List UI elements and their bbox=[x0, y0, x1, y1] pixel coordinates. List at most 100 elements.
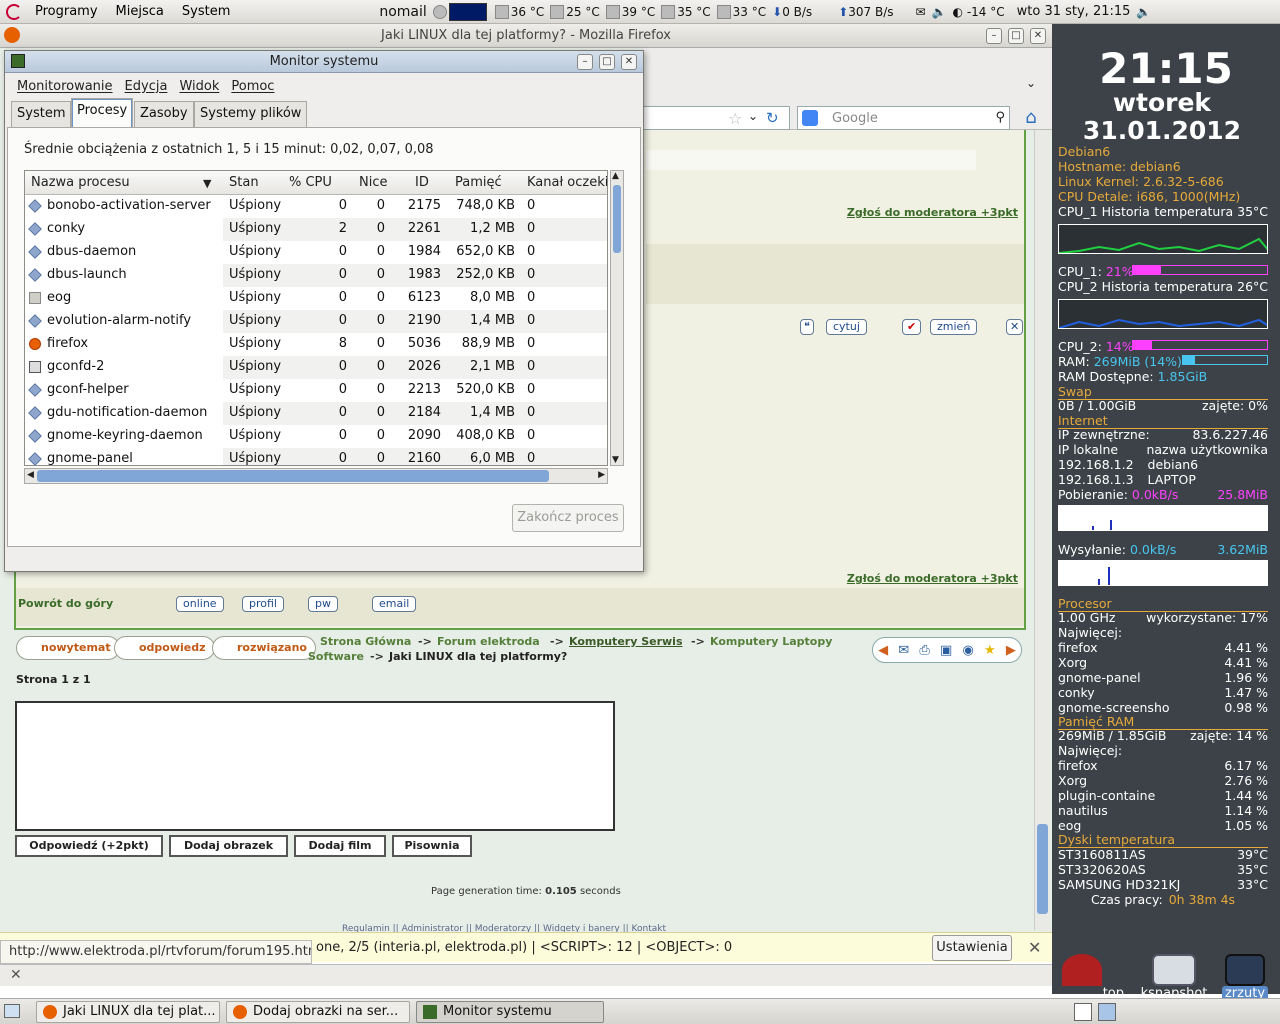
minimize-icon[interactable]: – bbox=[577, 54, 593, 70]
add-image-button[interactable]: Dodaj obrazek bbox=[169, 835, 288, 857]
binoculars-icon[interactable]: ⚲ bbox=[995, 110, 1005, 125]
menu-miejsca[interactable]: Miejsca bbox=[107, 4, 173, 19]
scroll-up-icon[interactable]: ▲ bbox=[612, 171, 619, 181]
task-firefox-2[interactable]: Dodaj obrazki na ser... bbox=[226, 1001, 410, 1023]
scroll-down-icon[interactable]: ▼ bbox=[612, 455, 619, 465]
table-row[interactable]: gdu-notification-daemon Uśpiony 0 0 2184 1,4 … bbox=[25, 402, 607, 425]
clock[interactable]: wto 31 sty, 21:15 bbox=[1017, 4, 1131, 19]
show-desktop-icon[interactable] bbox=[4, 1004, 20, 1018]
weather-temp[interactable]: -14 °C bbox=[967, 5, 1005, 19]
breadcrumb-laptops[interactable]: Komputery Laptopy bbox=[710, 635, 832, 648]
col-cpu[interactable]: % CPU bbox=[289, 175, 332, 190]
table-row[interactable]: firefox Uśpiony 8 0 5036 88,9 MB 0 bbox=[25, 333, 607, 356]
speaker-icon[interactable]: 🔈 bbox=[1136, 5, 1151, 19]
close-icon[interactable]: ✕ bbox=[10, 967, 22, 983]
save-icon[interactable]: ▣ bbox=[940, 643, 952, 658]
end-process-button[interactable]: Zakończ proces bbox=[512, 504, 624, 532]
edit-button[interactable]: zmień bbox=[930, 319, 978, 335]
table-row[interactable]: dbus-launch Uśpiony 0 0 1983 252,0 KB 0 bbox=[25, 264, 607, 287]
spelling-button[interactable]: Pisownia bbox=[392, 835, 472, 857]
menu-programy[interactable]: Programy bbox=[26, 4, 107, 19]
add-film-button[interactable]: Dodaj film bbox=[294, 835, 386, 857]
maximize-icon[interactable]: □ bbox=[1008, 28, 1024, 44]
delete-icon[interactable]: ✕ bbox=[1006, 319, 1024, 335]
scrollbar-thumb[interactable] bbox=[613, 185, 621, 253]
settings-button[interactable]: Ustawienia bbox=[932, 935, 1012, 961]
scrollbar-thumb[interactable] bbox=[37, 470, 549, 482]
reply-button[interactable]: odpowiedz bbox=[114, 636, 215, 660]
scrollbar-thumb[interactable] bbox=[1037, 824, 1048, 914]
task-system-monitor[interactable]: Monitor systemu bbox=[416, 1001, 604, 1023]
scroll-left-icon[interactable]: ◀ bbox=[27, 470, 34, 480]
process-vscrollbar[interactable]: ▲ ▼ bbox=[610, 170, 624, 466]
tab-filesystems[interactable]: Systemy plików bbox=[194, 101, 308, 127]
table-row[interactable]: conky Uśpiony 2 0 2261 1,2 MB 0 bbox=[25, 218, 607, 241]
search-bar[interactable]: Google ⚲ bbox=[797, 106, 1010, 130]
profile-button[interactable]: profil bbox=[242, 596, 284, 612]
minimize-icon[interactable]: – bbox=[986, 28, 1002, 44]
breadcrumb-home[interactable]: Strona Główna bbox=[320, 635, 411, 648]
page-scrollbar[interactable] bbox=[1034, 130, 1050, 930]
table-row[interactable]: dbus-daemon Uśpiony 0 0 1984 652,0 KB 0 bbox=[25, 241, 607, 264]
table-row[interactable]: bonobo-activation-server Uśpiony 0 0 2175 748… bbox=[25, 195, 607, 218]
col-id[interactable]: ID bbox=[415, 175, 429, 190]
check-icon[interactable]: ✔ bbox=[902, 319, 922, 335]
task-firefox-1[interactable]: Jaki LINUX dla tej plat... bbox=[36, 1001, 220, 1023]
menu-monitoring[interactable]: Monitorowanie bbox=[17, 79, 113, 94]
report-moderator-link-2[interactable]: Zgłoś do moderatora +3pkt bbox=[847, 572, 1018, 585]
star-icon[interactable]: ★ bbox=[984, 643, 996, 658]
reload-icon[interactable]: ↻ bbox=[766, 109, 779, 127]
maximize-icon[interactable]: □ bbox=[599, 54, 615, 70]
bookmark-star-icon[interactable]: ☆ bbox=[728, 109, 742, 128]
col-name[interactable]: Nazwa procesu bbox=[31, 175, 130, 190]
prev-arrow-icon[interactable]: ◀ bbox=[878, 643, 888, 658]
breadcrumb-forum[interactable]: Forum elektroda bbox=[437, 635, 540, 648]
process-hscrollbar[interactable]: ◀ ▶ bbox=[24, 468, 608, 484]
mail-icon[interactable]: ✉ bbox=[916, 5, 926, 19]
close-icon[interactable]: ✕ bbox=[621, 54, 637, 70]
close-icon[interactable]: ✕ bbox=[1028, 938, 1041, 957]
submit-reply-button[interactable]: Odpowiedź (+2pkt) bbox=[15, 835, 163, 857]
tab-system[interactable]: System bbox=[11, 101, 72, 127]
new-topic-button[interactable]: nowytemat bbox=[16, 636, 120, 660]
mail-icon[interactable]: ✉ bbox=[898, 643, 909, 658]
quote-button[interactable]: cytuj bbox=[826, 319, 867, 335]
table-row[interactable]: gconfd-2 Uśpiony 0 0 2026 2,1 MB 0 bbox=[25, 356, 607, 379]
chevron-down-icon[interactable]: ⌄ bbox=[1026, 76, 1036, 90]
home-icon[interactable]: ⌂ bbox=[1020, 108, 1042, 128]
col-memory[interactable]: Pamięć bbox=[455, 175, 502, 190]
col-wchan[interactable]: Kanał oczekiwania bbox=[527, 175, 607, 190]
workspace-1-icon[interactable] bbox=[1074, 1003, 1092, 1021]
menu-view[interactable]: Widok bbox=[179, 79, 219, 94]
close-icon[interactable]: ✕ bbox=[1030, 28, 1046, 44]
print-icon[interactable]: ⎙ bbox=[919, 643, 929, 658]
menu-system[interactable]: System bbox=[173, 4, 239, 19]
system-monitor-titlebar[interactable]: Monitor systemu – □ ✕ bbox=[5, 51, 643, 73]
solved-button[interactable]: rozwiązano bbox=[212, 636, 316, 660]
table-row[interactable]: evolution-alarm-notify Uśpiony 0 0 2190 1,4 M… bbox=[25, 310, 607, 333]
col-nice[interactable]: Nice bbox=[359, 175, 387, 190]
menu-help[interactable]: Pomoc bbox=[231, 79, 274, 94]
tab-resources[interactable]: Zasoby bbox=[134, 101, 194, 127]
system-monitor-applet[interactable] bbox=[448, 2, 487, 21]
col-state[interactable]: Stan bbox=[229, 175, 259, 190]
breadcrumb-computers[interactable]: Komputery Serwis bbox=[569, 635, 683, 648]
nomail-applet[interactable]: nomail bbox=[379, 4, 426, 20]
firefox-titlebar[interactable]: Jaki LINUX dla tej platformy? - Mozilla … bbox=[0, 24, 1052, 48]
breadcrumb-software[interactable]: Software bbox=[308, 650, 364, 663]
watch-icon[interactable]: ◉ bbox=[962, 643, 973, 658]
launcher-zrzuty[interactable]: zrzuty bbox=[1220, 954, 1270, 1001]
power-icon[interactable] bbox=[432, 4, 447, 19]
online-button[interactable]: online bbox=[176, 596, 224, 612]
workspace-2-icon[interactable] bbox=[1098, 1003, 1116, 1021]
email-button[interactable]: email bbox=[372, 596, 417, 612]
report-moderator-link[interactable]: Zgłoś do moderatora +3pkt bbox=[847, 206, 1018, 219]
table-row[interactable]: gconf-helper Uśpiony 0 0 2213 520,0 KB 0 bbox=[25, 379, 607, 402]
reply-textarea[interactable] bbox=[15, 701, 615, 831]
launcher-ksnapshot[interactable]: ksnapshot bbox=[1138, 954, 1210, 1001]
tab-processes[interactable]: Procesy bbox=[71, 98, 134, 128]
table-row[interactable]: gnome-keyring-daemon Uśpiony 0 0 2090 408,0 K… bbox=[25, 425, 607, 448]
menu-edit[interactable]: Edycja bbox=[125, 79, 168, 94]
table-row[interactable]: gnome-panel Uśpiony 0 0 2160 6,0 MB 0 bbox=[25, 448, 607, 465]
pm-button[interactable]: pw bbox=[308, 596, 338, 612]
